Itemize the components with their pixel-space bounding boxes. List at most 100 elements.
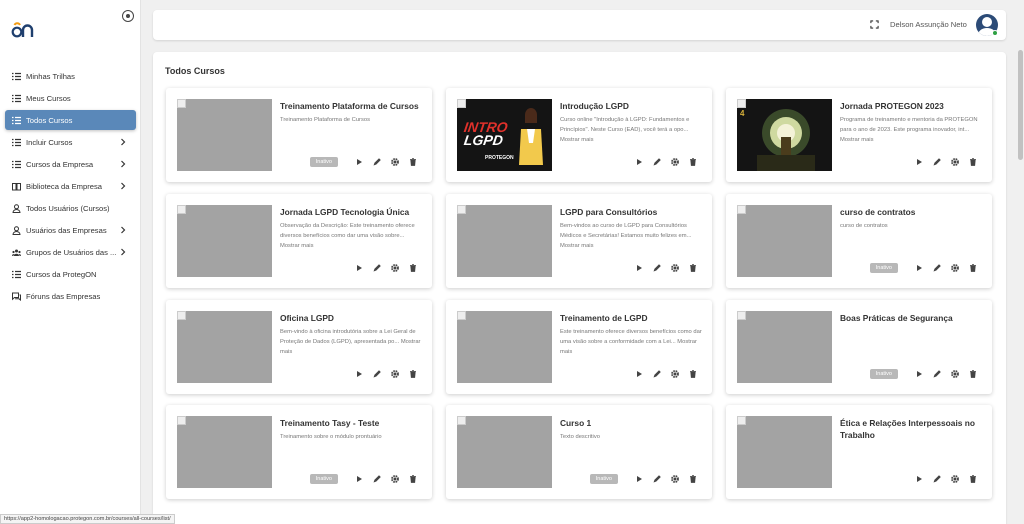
course-card[interactable]: Treinamento Plataforma de Cursos Treiname…: [166, 88, 432, 182]
trash-icon[interactable]: [408, 474, 418, 484]
sidebar-item-meus-cursos[interactable]: Meus Cursos: [5, 88, 136, 108]
play-icon[interactable]: [354, 263, 364, 273]
course-title[interactable]: curso de contratos: [840, 206, 985, 218]
course-title[interactable]: LGPD para Consultórios: [560, 206, 705, 218]
course-card[interactable]: Ética e Relações Interpessoais no Trabal…: [726, 405, 992, 499]
trash-icon[interactable]: [968, 263, 978, 273]
course-thumbnail[interactable]: [177, 311, 272, 383]
edit-icon[interactable]: [932, 157, 942, 167]
sidebar-item-cursos-da-protegon[interactable]: Cursos da ProtegON: [5, 264, 136, 284]
gear-icon[interactable]: [390, 263, 400, 273]
course-title[interactable]: Jornada PROTEGON 2023: [840, 100, 985, 112]
sidebar-item-cursos-da-empresa[interactable]: Cursos da Empresa: [5, 154, 136, 174]
course-title[interactable]: Jornada LGPD Tecnologia Única: [280, 206, 425, 218]
gear-icon[interactable]: [670, 263, 680, 273]
sidebar-item-grupos-de-usuarios-das[interactable]: Grupos de Usuários das ...: [5, 242, 136, 262]
course-card[interactable]: INTRO LGPD PROTEGON Introdução LGPD Curso on…: [446, 88, 712, 182]
course-card[interactable]: Curso 1 Texto descritivo Inativo: [446, 405, 712, 499]
trash-icon[interactable]: [968, 369, 978, 379]
edit-icon[interactable]: [372, 157, 382, 167]
trash-icon[interactable]: [688, 474, 698, 484]
edit-icon[interactable]: [652, 263, 662, 273]
trash-icon[interactable]: [688, 369, 698, 379]
play-icon[interactable]: [634, 369, 644, 379]
gear-icon[interactable]: [950, 263, 960, 273]
play-icon[interactable]: [354, 369, 364, 379]
sidebar-item-minhas-trilhas[interactable]: Minhas Trilhas: [5, 66, 136, 86]
edit-icon[interactable]: [932, 369, 942, 379]
course-card[interactable]: Treinamento de LGPD Este treinamento ofer…: [446, 300, 712, 394]
sidebar-item-biblioteca-da-empresa[interactable]: Biblioteca da Empresa: [5, 176, 136, 196]
sidebar-item-incluir-cursos[interactable]: Incluir Cursos: [5, 132, 136, 152]
trash-icon[interactable]: [688, 157, 698, 167]
edit-icon[interactable]: [652, 369, 662, 379]
course-title[interactable]: Boas Práticas de Segurança: [840, 312, 985, 324]
play-icon[interactable]: [634, 474, 644, 484]
course-title[interactable]: Curso 1: [560, 417, 705, 429]
page-scrollbar[interactable]: [1018, 50, 1023, 160]
course-card[interactable]: Treinamento Tasy - Teste Treinamento sobr…: [166, 405, 432, 499]
play-icon[interactable]: [634, 263, 644, 273]
trash-icon[interactable]: [688, 263, 698, 273]
sidebar-item-todos-usuarios-cursos[interactable]: Todos Usuários (Cursos): [5, 198, 136, 218]
edit-icon[interactable]: [372, 369, 382, 379]
course-thumbnail[interactable]: 4: [737, 99, 832, 171]
play-icon[interactable]: [914, 369, 924, 379]
course-title[interactable]: Treinamento Plataforma de Cursos: [280, 100, 425, 112]
course-card[interactable]: 4 Jornada PROTEGON 2023 Programa de treina…: [726, 88, 992, 182]
protegon-logo[interactable]: [11, 20, 35, 38]
course-thumbnail[interactable]: [177, 416, 272, 488]
play-icon[interactable]: [354, 474, 364, 484]
edit-icon[interactable]: [652, 157, 662, 167]
trash-icon[interactable]: [968, 157, 978, 167]
play-icon[interactable]: [914, 157, 924, 167]
trash-icon[interactable]: [408, 369, 418, 379]
play-icon[interactable]: [354, 157, 364, 167]
course-title[interactable]: Treinamento de LGPD: [560, 312, 705, 324]
course-thumbnail[interactable]: [737, 416, 832, 488]
edit-icon[interactable]: [932, 474, 942, 484]
course-thumbnail[interactable]: [177, 99, 272, 171]
gear-icon[interactable]: [950, 157, 960, 167]
course-title[interactable]: Treinamento Tasy - Teste: [280, 417, 425, 429]
collapse-sidebar-icon[interactable]: [122, 10, 134, 22]
play-icon[interactable]: [914, 263, 924, 273]
fullscreen-icon[interactable]: [870, 20, 879, 29]
gear-icon[interactable]: [950, 474, 960, 484]
gear-icon[interactable]: [390, 369, 400, 379]
course-thumbnail[interactable]: [457, 311, 552, 383]
edit-icon[interactable]: [652, 474, 662, 484]
course-card[interactable]: Boas Práticas de Segurança Inativo: [726, 300, 992, 394]
gear-icon[interactable]: [390, 474, 400, 484]
edit-icon[interactable]: [932, 263, 942, 273]
course-thumbnail[interactable]: [457, 416, 552, 488]
play-icon[interactable]: [914, 474, 924, 484]
course-card[interactable]: LGPD para Consultórios Bem-vindos ao curs…: [446, 194, 712, 288]
course-thumbnail[interactable]: INTRO LGPD PROTEGON: [457, 99, 552, 171]
sidebar-item-todos-cursos[interactable]: Todos Cursos: [5, 110, 136, 130]
sidebar-item-usuarios-das-empresas[interactable]: Usuários das Empresas: [5, 220, 136, 240]
play-icon[interactable]: [634, 157, 644, 167]
course-thumbnail[interactable]: [737, 205, 832, 277]
course-title[interactable]: Introdução LGPD: [560, 100, 705, 112]
gear-icon[interactable]: [670, 474, 680, 484]
course-card[interactable]: curso de contratos curso de contratos Inat…: [726, 194, 992, 288]
sidebar-item-foruns-das-empresas[interactable]: Fóruns das Empresas: [5, 286, 136, 306]
trash-icon[interactable]: [968, 474, 978, 484]
edit-icon[interactable]: [372, 474, 382, 484]
course-title[interactable]: Ética e Relações Interpessoais no Trabal…: [840, 417, 985, 441]
gear-icon[interactable]: [670, 157, 680, 167]
course-thumbnail[interactable]: [737, 311, 832, 383]
gear-icon[interactable]: [670, 369, 680, 379]
user-name[interactable]: Delson Assunção Neto: [890, 20, 967, 29]
course-thumbnail[interactable]: [457, 205, 552, 277]
gear-icon[interactable]: [390, 157, 400, 167]
course-title[interactable]: Oficina LGPD: [280, 312, 425, 324]
trash-icon[interactable]: [408, 157, 418, 167]
course-thumbnail[interactable]: [177, 205, 272, 277]
trash-icon[interactable]: [408, 263, 418, 273]
edit-icon[interactable]: [372, 263, 382, 273]
gear-icon[interactable]: [950, 369, 960, 379]
course-card[interactable]: Oficina LGPD Bem-vindo à oficina introdut…: [166, 300, 432, 394]
course-card[interactable]: Jornada LGPD Tecnologia Única Observação …: [166, 194, 432, 288]
